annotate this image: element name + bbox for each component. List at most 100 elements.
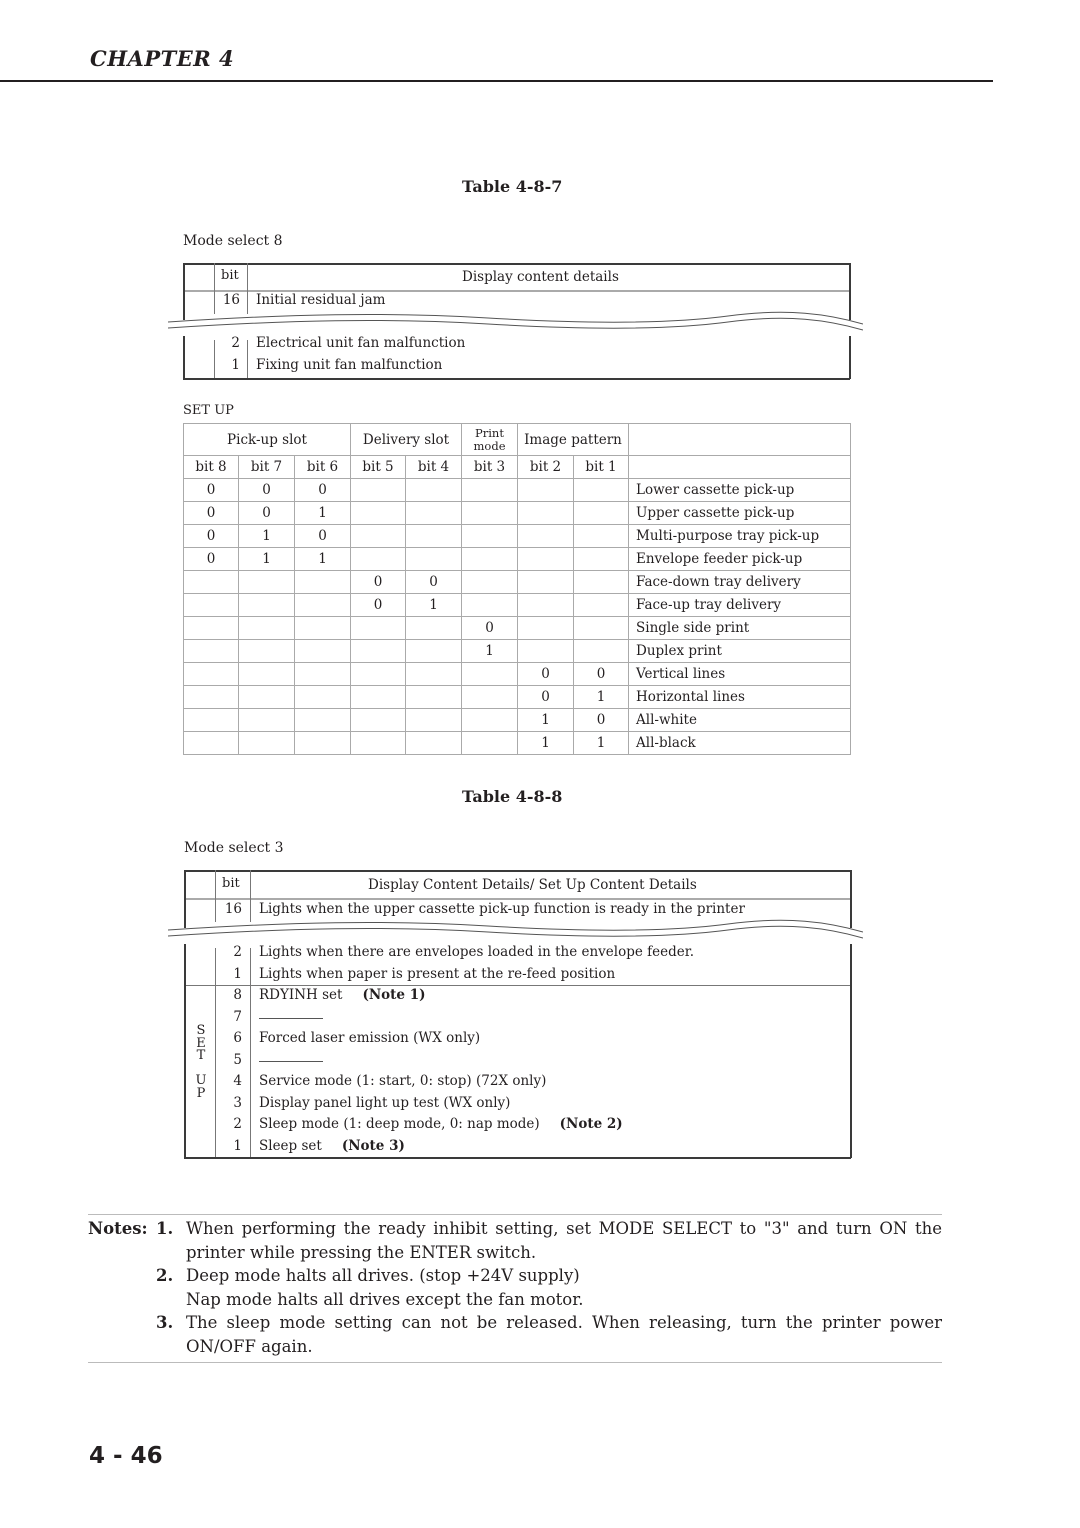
detail-text: RDYINH set [259, 987, 343, 1003]
bit-value-cell [517, 547, 574, 571]
bit-value-cell [517, 570, 574, 594]
bit-value: 2 [231, 335, 240, 351]
bit-value-cell [183, 708, 239, 732]
bit-value-cell [461, 708, 518, 732]
bit-value-cell [573, 501, 629, 525]
detail-text: Sleep mode (1: deep mode, 0: nap mode) [259, 1116, 540, 1132]
bit-value: 1 [233, 966, 242, 982]
bit-value-cell [238, 708, 295, 732]
bit-value-cell: 0 [183, 501, 239, 525]
bit-value: 6 [233, 1030, 242, 1046]
setting-description: All-white [628, 708, 851, 732]
table-border-top [184, 870, 851, 872]
bit-value-cell [461, 593, 518, 617]
bit-value-cell [405, 524, 462, 548]
bit-value-cell [461, 685, 518, 709]
bit-value: 16 [222, 292, 240, 308]
bit-value-cell [294, 639, 351, 663]
bit-value-cell [517, 593, 574, 617]
setup-rows: 0 0 0 Lower cassette pick-up 0 0 1 Upper casset… [183, 478, 851, 755]
bit-header-cell: bit 1 [573, 455, 629, 479]
note-line: The sleep mode setting can not be releas… [186, 1313, 942, 1356]
bit-value-cell [183, 731, 239, 755]
note-item: 3. The sleep mode setting can not be rele… [88, 1311, 942, 1358]
bit-value-cell [294, 662, 351, 686]
bit-value-cell: 0 [517, 685, 574, 709]
bit-value-cell: 0 [350, 593, 406, 617]
column-divider [215, 948, 216, 1157]
bit-value-cell: 1 [573, 731, 629, 755]
table-4-8-8-caption: Mode select 3 [184, 840, 284, 856]
bit-value-cell [461, 731, 518, 755]
bit-value-cell: 1 [461, 639, 518, 663]
table-row: 1 0 All-white [183, 708, 851, 732]
bit-value-cell [183, 639, 239, 663]
detail-text: Lights when paper is present at the re-f… [259, 966, 616, 982]
chapter-heading: CHAPTER 4 [90, 46, 235, 71]
bit-value-cell: 0 [461, 616, 518, 640]
column-divider [250, 948, 251, 1157]
bit-value-cell [461, 478, 518, 502]
setup-letter: T [196, 1048, 206, 1063]
bit-value-cell [573, 593, 629, 617]
table-border-bottom [184, 1157, 851, 1159]
bit-value-cell [405, 685, 462, 709]
bit-value-cell [294, 570, 351, 594]
group-delivery-slot: Delivery slot [350, 423, 462, 456]
setup-vertical-label: SETUP [194, 1024, 208, 1100]
note-reference: (Note 2) [559, 1116, 623, 1132]
bit-value-cell [405, 662, 462, 686]
notes-label [88, 1264, 156, 1311]
bit-value-cell: 0 [183, 478, 239, 502]
table-4-8-8-title: Table 4-8-8 [462, 787, 563, 806]
bit-value-cell [405, 616, 462, 640]
bit-column-header: bit [222, 876, 240, 891]
bit-header-row: bit 8 bit 7 bit 6 bit 5 bit 4 bit 3 bit 2 bit 1 [183, 455, 851, 479]
table-row: 0 Single side print [183, 616, 851, 640]
detail-text: Sleep set [259, 1137, 322, 1154]
bit-value-cell [294, 685, 351, 709]
bit-header-cell: bit 2 [517, 455, 574, 479]
note-item: 2. Deep mode halts all drives. (stop +24V… [88, 1264, 942, 1311]
bit-value-cell [405, 731, 462, 755]
bit-value-cell [350, 501, 406, 525]
bit-header-cell: bit 8 [183, 455, 239, 479]
table-border-right [850, 944, 852, 1158]
bit-value: 2 [233, 944, 242, 960]
bit-value-cell [238, 731, 295, 755]
notes-section: Notes: 1. When performing the ready inhibi… [88, 1214, 942, 1363]
bit-value-cell [517, 639, 574, 663]
bit-value-cell [405, 547, 462, 571]
bit-value: 3 [233, 1094, 242, 1111]
note-text: When performing the ready inhibit settin… [186, 1217, 942, 1264]
setup-caption: SET UP [183, 403, 234, 418]
bit-value-cell [350, 524, 406, 548]
bit-value: 1 [231, 357, 240, 373]
table-row: 0 1 Face-up tray delivery [183, 593, 851, 617]
group-pickup-slot: Pick-up slot [183, 423, 351, 456]
bit-value-cell [405, 639, 462, 663]
bit-value-cell [238, 616, 295, 640]
bit-column-header: bit [221, 268, 239, 283]
note-line: Nap mode halts all drives except the fan… [186, 1289, 584, 1309]
bit-value-cell [350, 685, 406, 709]
setting-description: Duplex print [628, 639, 851, 663]
empty-header-cell [628, 423, 851, 456]
bit-header-cell: bit 7 [238, 455, 295, 479]
setting-description: Lower cassette pick-up [628, 478, 851, 502]
bit-value-cell [573, 547, 629, 571]
table-row: 1 Duplex print [183, 639, 851, 663]
bit-value: 7 [233, 1008, 242, 1025]
table-4-8-7-title: Table 4-8-7 [462, 177, 563, 196]
table-4-8-7-caption: Mode select 8 [183, 233, 283, 249]
column-divider [214, 340, 215, 378]
bit-value-cell: 0 [238, 478, 295, 502]
bit-value: 5 [233, 1051, 242, 1068]
bit-value-cell [517, 501, 574, 525]
bit-value-cell [461, 501, 518, 525]
bit-value-cell [183, 685, 239, 709]
bit-value-cell: 0 [294, 478, 351, 502]
setting-description: All-black [628, 731, 851, 755]
bit-value-cell [573, 639, 629, 663]
bit-value-cell: 1 [517, 708, 574, 732]
